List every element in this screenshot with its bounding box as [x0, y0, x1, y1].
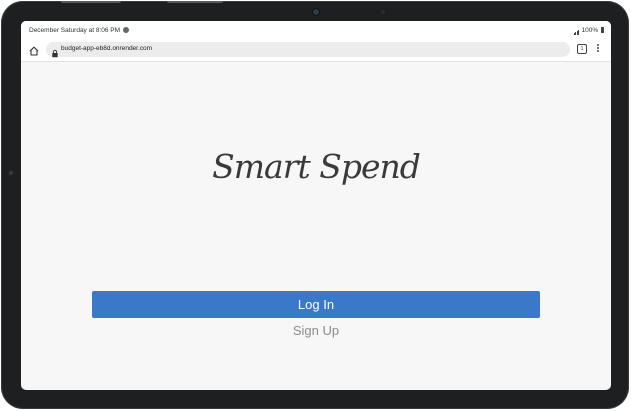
status-datetime: December Saturday at 8:06 PM — [29, 27, 121, 34]
light-sensor — [381, 10, 385, 14]
front-camera — [313, 9, 319, 15]
screen: December Saturday at 8:06 PM 100% budget… — [21, 21, 611, 390]
app-logo: Smart Spend — [212, 147, 421, 186]
dnd-icon — [122, 27, 129, 33]
login-button[interactable]: Log In — [92, 291, 540, 318]
status-right: 100% — [573, 27, 604, 35]
tabs-icon[interactable]: 1 — [577, 44, 587, 54]
url-text[interactable]: budget-app-eb8d.onrender.com — [61, 45, 152, 52]
status-left: December Saturday at 8:06 PM — [29, 27, 129, 34]
signup-link[interactable]: Sign Up — [21, 323, 611, 338]
signal-icon — [573, 28, 580, 35]
volume-button — [61, 1, 121, 3]
address-bar[interactable]: budget-app-eb8d.onrender.com — [46, 42, 570, 58]
battery-level: 100% — [581, 27, 599, 34]
home-icon[interactable] — [28, 44, 40, 56]
status-bar: December Saturday at 8:06 PM 100% — [21, 21, 611, 40]
menu-icon[interactable] — [596, 44, 600, 55]
browser-toolbar: budget-app-eb8d.onrender.com 1 — [21, 40, 611, 62]
tablet-frame: December Saturday at 8:06 PM 100% budget… — [1, 1, 629, 409]
lock-icon[interactable] — [51, 45, 59, 58]
power-button — [167, 1, 223, 3]
side-sensor — [9, 171, 13, 175]
battery-icon — [601, 27, 604, 33]
